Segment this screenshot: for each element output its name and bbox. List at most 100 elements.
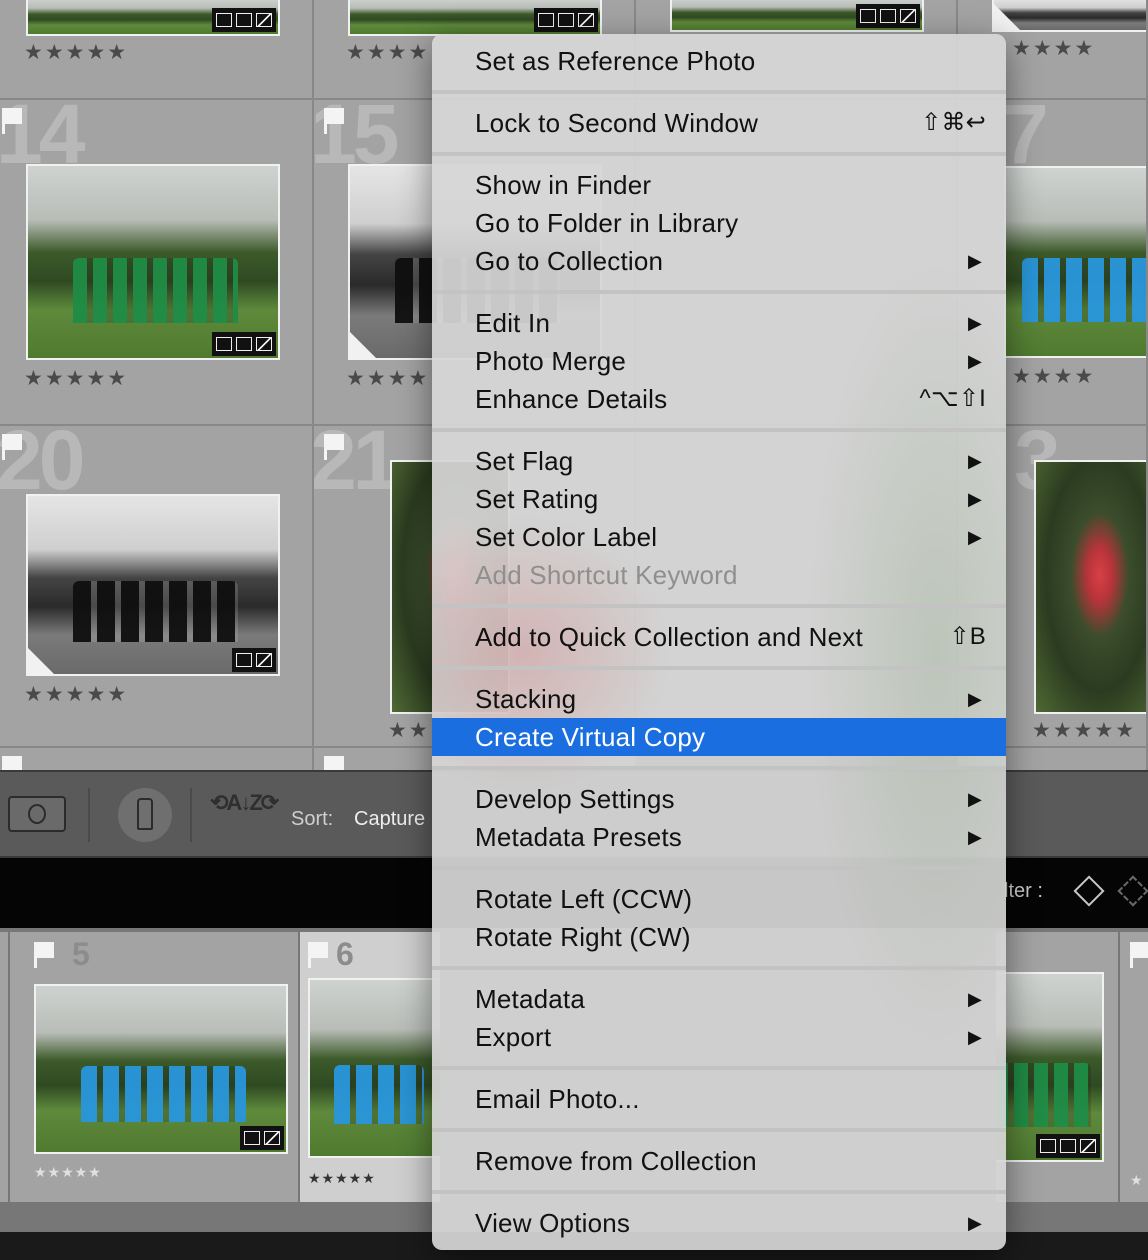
grid-cell[interactable]: 14 ★★★★★ <box>0 100 314 426</box>
photo-thumbnail[interactable] <box>348 0 602 36</box>
crop-icon <box>236 653 252 667</box>
grid-cell[interactable]: ★★★★★ <box>0 0 314 100</box>
edit-icon <box>900 9 916 23</box>
virtual-copy-icon <box>538 13 554 27</box>
grid-cell[interactable] <box>0 748 314 770</box>
flag-icon[interactable] <box>2 434 22 460</box>
menu-item-go-to-folder[interactable]: Go to Folder in Library <box>432 204 1006 242</box>
filmstrip-cell[interactable]: ★ <box>1120 932 1148 1202</box>
virtual-copy-icon <box>1040 1139 1056 1153</box>
filmstrip-cell[interactable] <box>0 932 8 1202</box>
menu-item-rotate-right[interactable]: Rotate Right (CW) <box>432 918 1006 956</box>
sort-direction-icon[interactable]: ⟲A↓Z⟳ <box>210 792 279 814</box>
menu-item-label: View Options <box>475 1208 631 1238</box>
photo-thumbnail[interactable] <box>34 984 288 1154</box>
photo-thumbnail[interactable] <box>670 0 924 32</box>
star-rating[interactable]: ★★★★ <box>1012 366 1095 387</box>
star-rating[interactable]: ★★★★ <box>346 368 429 389</box>
star-rating[interactable]: ★★★★ <box>346 42 429 63</box>
menu-item-set-reference-photo[interactable]: Set as Reference Photo <box>432 42 1006 80</box>
star-rating[interactable]: ★★★★★ <box>308 1170 376 1187</box>
flag-icon[interactable] <box>1130 942 1148 968</box>
menu-item-edit-in[interactable]: Edit In ▶ <box>432 304 1006 342</box>
submenu-arrow-icon: ▶ <box>967 313 982 333</box>
photo-subject <box>1021 258 1146 323</box>
shortcut-label: ^⌥⇧I <box>919 385 986 412</box>
painter-spray-can-button[interactable] <box>118 788 172 842</box>
menu-item-stacking[interactable]: Stacking ▶ <box>432 680 1006 718</box>
star-rating[interactable]: ★★★★★ <box>34 1164 102 1181</box>
crop-icon <box>244 1131 260 1145</box>
menu-item-enhance-details[interactable]: Enhance Details ^⌥⇧I <box>432 380 1006 418</box>
menu-item-label: Set Color Label <box>475 522 658 552</box>
menu-item-label: Rotate Left (CCW) <box>475 884 693 914</box>
flag-icon[interactable] <box>324 434 344 460</box>
menu-item-email-photo[interactable]: Email Photo... <box>432 1080 1006 1118</box>
grid-cell[interactable]: 20 ★★★★★ <box>0 426 314 748</box>
thumbnail-badges <box>240 1126 284 1150</box>
menu-item-show-in-finder[interactable]: Show in Finder <box>432 166 1006 204</box>
flag-icon[interactable] <box>2 756 22 770</box>
star-rating[interactable]: ★★★★★ <box>24 368 128 389</box>
menu-item-create-virtual-copy[interactable]: Create Virtual Copy <box>432 718 1006 756</box>
filter-label: lter : <box>1004 880 1043 902</box>
star-rating[interactable]: ★★★★★ <box>24 684 128 705</box>
star-rating[interactable]: ★★★★★ <box>1032 720 1136 741</box>
menu-item-label: Go to Collection <box>475 246 664 276</box>
menu-item-export[interactable]: Export ▶ <box>432 1018 1006 1056</box>
people-view-button[interactable] <box>8 796 66 832</box>
menu-item-develop-settings[interactable]: Develop Settings ▶ <box>432 780 1006 818</box>
filmstrip-cell[interactable] <box>996 932 1118 1202</box>
submenu-arrow-icon: ▶ <box>967 489 982 509</box>
star-rating[interactable]: ★★ <box>388 720 430 741</box>
menu-item-label: Lock to Second Window <box>475 108 759 138</box>
flag-icon[interactable] <box>34 942 54 968</box>
filmstrip-cell-selected[interactable]: 6 ★★★★★ <box>300 932 440 1202</box>
flag-icon[interactable] <box>308 942 328 968</box>
photo-thumbnail[interactable] <box>992 0 1146 32</box>
menu-item-label: Metadata <box>475 984 586 1014</box>
menu-item-add-shortcut-keyword: Add Shortcut Keyword <box>432 556 1006 594</box>
flag-icon[interactable] <box>324 108 344 134</box>
photo-subject <box>334 1064 425 1125</box>
star-rating[interactable]: ★ <box>1130 1172 1144 1189</box>
menu-item-view-options[interactable]: View Options ▶ <box>432 1204 1006 1242</box>
menu-item-set-color-label[interactable]: Set Color Label ▶ <box>432 518 1006 556</box>
menu-item-lock-second-window[interactable]: Lock to Second Window ⇧⌘↩ <box>432 104 1006 142</box>
menu-item-photo-merge[interactable]: Photo Merge ▶ <box>432 342 1006 380</box>
menu-item-set-rating[interactable]: Set Rating ▶ <box>432 480 1006 518</box>
thumbnail-badges <box>232 648 276 672</box>
photo-thumbnail[interactable] <box>996 972 1104 1162</box>
submenu-arrow-icon: ▶ <box>967 251 982 271</box>
sort-criteria-dropdown[interactable]: Capture <box>354 808 425 831</box>
menu-separator <box>432 290 1006 294</box>
menu-separator <box>432 1128 1006 1132</box>
star-rating[interactable]: ★★★★★ <box>24 42 128 63</box>
edit-icon <box>256 653 272 667</box>
menu-separator <box>432 666 1006 670</box>
edit-icon <box>256 337 272 351</box>
submenu-arrow-icon: ▶ <box>967 1213 982 1233</box>
menu-separator <box>432 866 1006 870</box>
submenu-arrow-icon: ▶ <box>967 989 982 1009</box>
photo-thumbnail[interactable] <box>1004 166 1146 358</box>
menu-item-rotate-left[interactable]: Rotate Left (CCW) <box>432 880 1006 918</box>
photo-thumbnail[interactable] <box>1034 460 1146 714</box>
star-rating[interactable]: ★★★★ <box>1012 38 1095 59</box>
flag-icon[interactable] <box>324 756 344 770</box>
thumbnail-badges <box>856 4 920 28</box>
menu-item-add-quick-collection-next[interactable]: Add to Quick Collection and Next ⇧B <box>432 618 1006 656</box>
menu-item-metadata[interactable]: Metadata ▶ <box>432 980 1006 1018</box>
photo-subject <box>996 1063 1092 1127</box>
photo-thumbnail[interactable] <box>26 164 280 360</box>
corner-fold-icon <box>994 4 1020 30</box>
flag-icon[interactable] <box>2 108 22 134</box>
menu-item-remove-from-collection[interactable]: Remove from Collection <box>432 1142 1006 1180</box>
menu-item-set-flag[interactable]: Set Flag ▶ <box>432 442 1006 480</box>
photo-thumbnail[interactable] <box>26 494 280 676</box>
filmstrip-cell[interactable]: 5 ★★★★★ <box>10 932 298 1202</box>
photo-thumbnail[interactable] <box>308 978 440 1158</box>
menu-item-go-to-collection[interactable]: Go to Collection ▶ <box>432 242 1006 280</box>
photo-thumbnail[interactable] <box>26 0 280 36</box>
menu-item-metadata-presets[interactable]: Metadata Presets ▶ <box>432 818 1006 856</box>
